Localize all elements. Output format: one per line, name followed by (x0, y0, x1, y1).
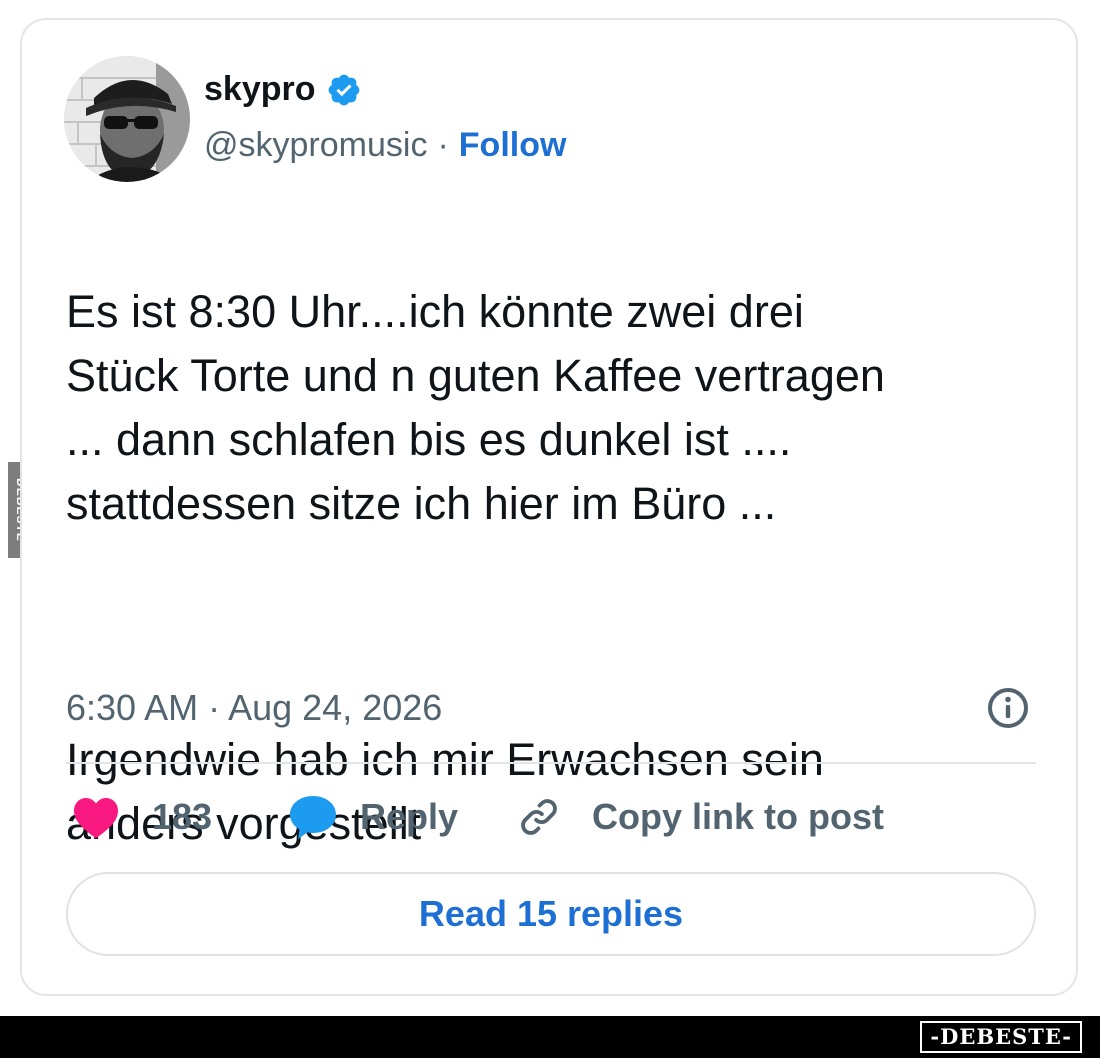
reply-button[interactable]: Reply (288, 790, 458, 844)
author-name-row: skypro (204, 70, 362, 109)
verified-badge-icon (328, 74, 359, 105)
follow-button[interactable]: Follow (459, 126, 567, 165)
copy-link-label: Copy link to post (592, 796, 884, 837)
heart-icon (74, 798, 118, 839)
tweet-paragraph: Es ist 8:30 Uhr....ich könnte zwei drei … (66, 286, 885, 529)
speech-bubble-icon (290, 796, 336, 839)
tweet-timestamp[interactable]: 6:30 AM · Aug 24, 2026 (66, 687, 442, 729)
tweet-card: skypro @skypromusic · Follow Es ist 8:30… (20, 18, 1078, 996)
site-logo: -DEBESTE- (920, 1021, 1082, 1053)
link-icon (521, 799, 557, 835)
footer-bar: -DEBESTE- (0, 1016, 1100, 1058)
divider (66, 762, 1036, 764)
author-name[interactable]: skypro (204, 70, 316, 109)
separator-dot: · (437, 126, 449, 164)
info-icon[interactable] (986, 686, 1030, 730)
avatar-photo (64, 56, 190, 182)
author-handle-row: @skypromusic · Follow (204, 126, 566, 165)
avatar[interactable] (64, 56, 190, 182)
like-button[interactable]: 183 (72, 790, 212, 844)
copy-link-button[interactable]: Copy link to post (516, 790, 884, 844)
read-replies-button[interactable]: Read 15 replies (66, 872, 1036, 956)
reply-label: Reply (360, 796, 459, 837)
action-bar: 183 Reply Copy link to post (66, 790, 1036, 844)
author-handle[interactable]: @skypromusic (204, 126, 427, 165)
like-count: 183 (152, 796, 213, 837)
